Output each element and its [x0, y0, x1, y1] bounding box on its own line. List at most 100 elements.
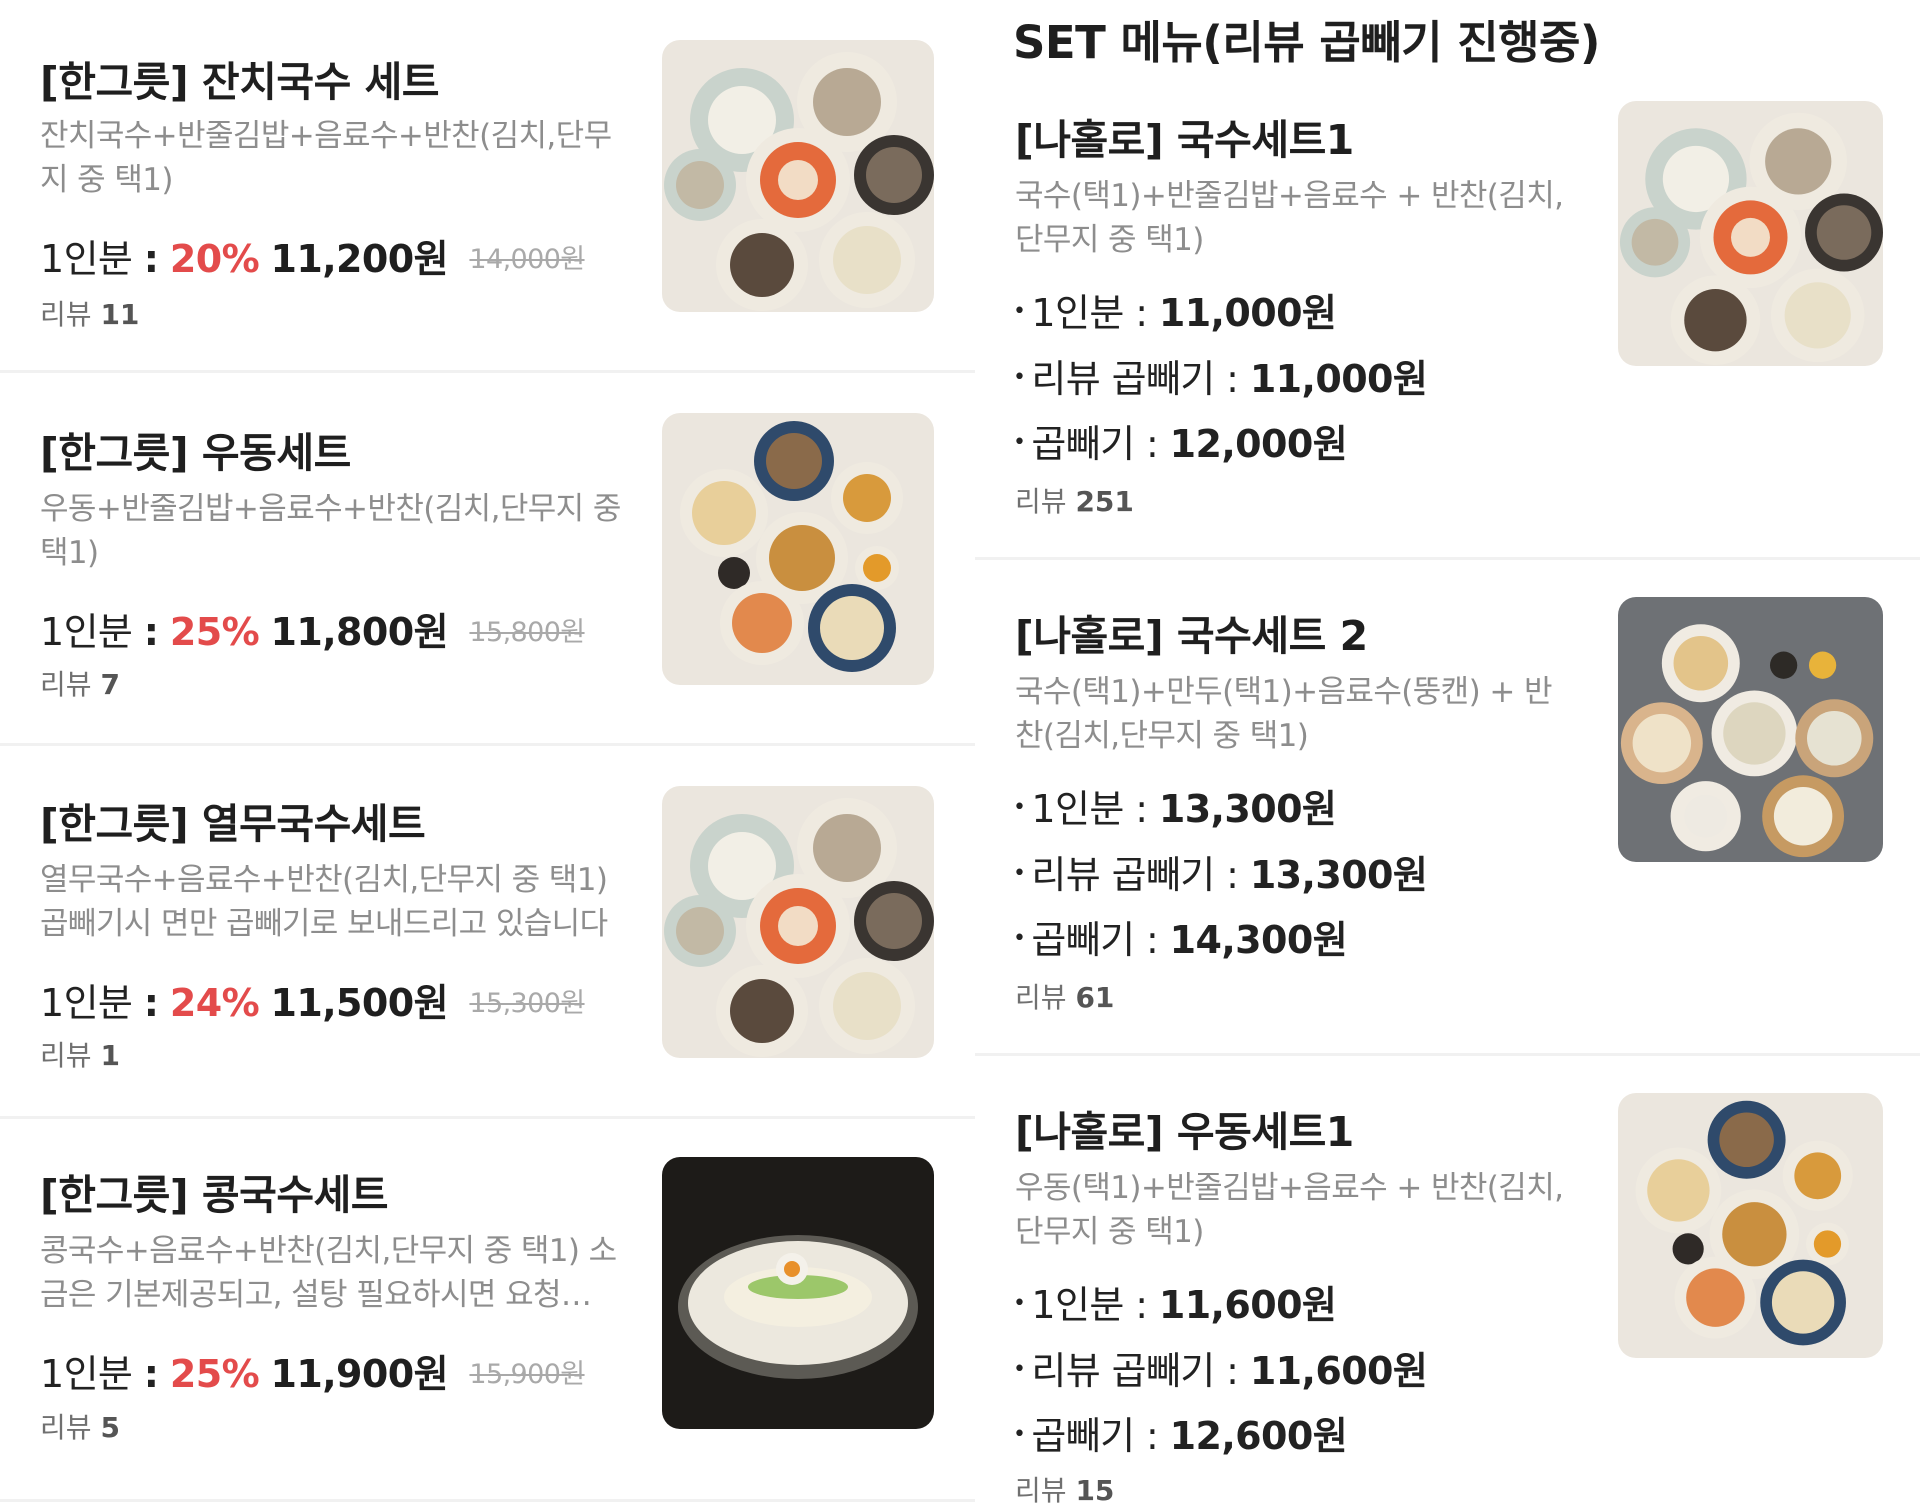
discount-rate: 24% — [169, 981, 260, 1025]
menu-item-description: 열무국수+음료수+반찬(김치,단무지 중 택1) 곱빼기시 면만 곱빼기로 보내… — [40, 862, 608, 942]
review-count: 리뷰 1 — [40, 1034, 120, 1074]
original-price: 15,900원 — [469, 1359, 585, 1390]
item-divider — [0, 1499, 975, 1502]
review-label: 리뷰 — [1015, 981, 1067, 1014]
udon-set-photo — [1618, 1093, 1883, 1358]
menu-item-description: 잔치국수+반줄김밥+음료수+반찬(김치,단무지 중 택1) — [40, 118, 612, 198]
menu-item[interactable]: [나홀로] 우동세트1 우동(택1)+반줄김밥+음료수 + 반찬(김치,단무지 … — [975, 1056, 1920, 1506]
price-label: 1인분 — [1031, 787, 1124, 831]
price-separator: : — [143, 237, 159, 281]
price-separator: : — [1135, 291, 1148, 335]
noodle-set-photo — [662, 786, 934, 1058]
bullet: • — [1013, 1357, 1026, 1382]
serving-label: 1인분 — [40, 610, 133, 654]
price-label: 곱빼기 — [1031, 422, 1135, 466]
price-label: 1인분 — [1031, 1283, 1124, 1327]
noodle-set-photo — [1618, 101, 1883, 366]
price-value: 12,000원 — [1169, 422, 1348, 466]
price-row-large: • 곱빼기 : 12,000원 — [1013, 413, 1348, 468]
price-row-single: • 1인분 : 13,300원 — [1013, 778, 1337, 833]
original-price: 14,000원 — [469, 244, 585, 275]
discount-rate: 25% — [169, 1352, 260, 1396]
sale-price: 11,800원 — [270, 610, 449, 654]
price-separator: : — [1145, 1414, 1159, 1458]
price-row: 1인분 : 20% 11,200원 14,000원 — [40, 228, 585, 283]
price-separator: : — [143, 610, 159, 654]
price-row-single: • 1인분 : 11,600원 — [1013, 1274, 1337, 1329]
price-value: 14,300원 — [1169, 918, 1348, 962]
menu-item-description: 국수(택1)+반줄김밥+음료수 + 반찬(김치,단무지 중 택1) — [1015, 178, 1564, 258]
price-separator: : — [1226, 1349, 1239, 1393]
bullet: • — [1013, 299, 1026, 324]
review-count: 리뷰 5 — [40, 1406, 120, 1446]
sale-price: 11,200원 — [270, 237, 449, 281]
original-price: 15,300원 — [469, 988, 585, 1019]
review-label: 리뷰 — [1015, 1474, 1067, 1506]
menu-item-title: [한그릇] 우동세트 — [40, 429, 351, 477]
discount-rate: 25% — [169, 610, 260, 654]
menu-item-description: 우동(택1)+반줄김밥+음료수 + 반찬(김치,단무지 중 택1) — [1015, 1170, 1564, 1250]
price-row-large: • 곱빼기 : 14,300원 — [1013, 909, 1348, 964]
menu-item[interactable]: [나홀로] 국수세트 2 국수(택1)+만두(택1)+음료수(뚱캔) + 반찬(… — [975, 560, 1920, 1053]
review-count: 리뷰 61 — [1015, 976, 1114, 1016]
price-value: 13,300원 — [1249, 853, 1428, 897]
price-separator: : — [143, 1352, 159, 1396]
bullet: • — [1013, 365, 1026, 390]
menu-item[interactable]: [한그릇] 콩국수세트 콩국수+음료수+반찬(김치,단무지 중 택1) 소금은 … — [0, 1119, 975, 1499]
price-label: 곱빼기 — [1031, 1414, 1135, 1458]
review-number: 251 — [1075, 485, 1134, 518]
price-row-review-large: • 리뷰 곱빼기 : 11,600원 — [1013, 1340, 1428, 1395]
menu-item[interactable]: [한그릇] 열무국수세트 열무국수+음료수+반찬(김치,단무지 중 택1) 곱빼… — [0, 746, 975, 1116]
menu-item-description: 우동+반줄김밥+음료수+반찬(김치,단무지 중 택1) — [40, 491, 621, 571]
bullet: • — [1013, 795, 1026, 820]
discount-rate: 20% — [169, 237, 260, 281]
price-label: 1인분 — [1031, 291, 1124, 335]
price-label: 리뷰 곱빼기 — [1031, 1349, 1215, 1393]
price-separator: : — [143, 981, 159, 1025]
menu-item-title: [한그릇] 콩국수세트 — [40, 1171, 389, 1219]
price-row: 1인분 : 24% 11,500원 15,300원 — [40, 972, 585, 1027]
menu-item[interactable]: [한그릇] 잔치국수 세트 잔치국수+반줄김밥+음료수+반찬(김치,단무지 중 … — [0, 0, 975, 370]
price-value: 12,600원 — [1169, 1414, 1348, 1458]
menu-item-description: 국수(택1)+만두(택1)+음료수(뚱캔) + 반찬(김치,단무지 중 택1) — [1015, 674, 1552, 754]
price-row-review-large: • 리뷰 곱빼기 : 11,000원 — [1013, 348, 1428, 403]
price-row-review-large: • 리뷰 곱빼기 : 13,300원 — [1013, 844, 1428, 899]
price-row-single: • 1인분 : 11,000원 — [1013, 282, 1337, 337]
review-count: 리뷰 15 — [1015, 1469, 1114, 1506]
review-label: 리뷰 — [40, 298, 92, 331]
review-label: 리뷰 — [40, 1039, 92, 1072]
review-count: 리뷰 11 — [40, 293, 139, 333]
dumpling-set-photo — [1618, 597, 1883, 862]
price-separator: : — [1135, 1283, 1148, 1327]
serving-label: 1인분 — [40, 981, 133, 1025]
noodle-set-photo — [662, 40, 934, 312]
review-number: 61 — [1075, 981, 1115, 1014]
review-number: 7 — [100, 668, 120, 701]
review-label: 리뷰 — [40, 1411, 92, 1444]
original-price: 15,800원 — [469, 617, 585, 648]
review-number: 11 — [100, 298, 140, 331]
menu-item[interactable]: [한그릇] 우동세트 우동+반줄김밥+음료수+반찬(김치,단무지 중 택1) 1… — [0, 373, 975, 743]
menu-item[interactable]: [나홀로] 국수세트1 국수(택1)+반줄김밥+음료수 + 반찬(김치,단무지 … — [975, 0, 1920, 557]
bullet: • — [1013, 1422, 1026, 1447]
price-label: 리뷰 곱빼기 — [1031, 853, 1215, 897]
bullet: • — [1013, 861, 1026, 886]
review-label: 리뷰 — [1015, 485, 1067, 518]
review-count: 리뷰 7 — [40, 663, 120, 703]
bullet: • — [1013, 430, 1026, 455]
bullet: • — [1013, 1291, 1026, 1316]
price-label: 리뷰 곱빼기 — [1031, 357, 1215, 401]
price-separator: : — [1135, 787, 1148, 831]
menu-item-title: [나홀로] 우동세트1 — [1015, 1108, 1354, 1156]
menu-item-title: [나홀로] 국수세트1 — [1015, 116, 1354, 164]
sale-price: 11,500원 — [270, 981, 449, 1025]
menu-item-title: [한그릇] 잔치국수 세트 — [40, 58, 440, 106]
menu-item-description: 콩국수+음료수+반찬(김치,단무지 중 택1) 소금은 기본제공되고, 설탕 필… — [40, 1233, 617, 1313]
price-separator: : — [1226, 853, 1239, 897]
kongguksu-photo — [662, 1157, 934, 1429]
review-label: 리뷰 — [40, 668, 92, 701]
price-row: 1인분 : 25% 11,800원 15,800원 — [40, 601, 585, 656]
price-separator: : — [1145, 422, 1159, 466]
serving-label: 1인분 — [40, 237, 133, 281]
menu-item-title: [한그릇] 열무국수세트 — [40, 800, 426, 848]
